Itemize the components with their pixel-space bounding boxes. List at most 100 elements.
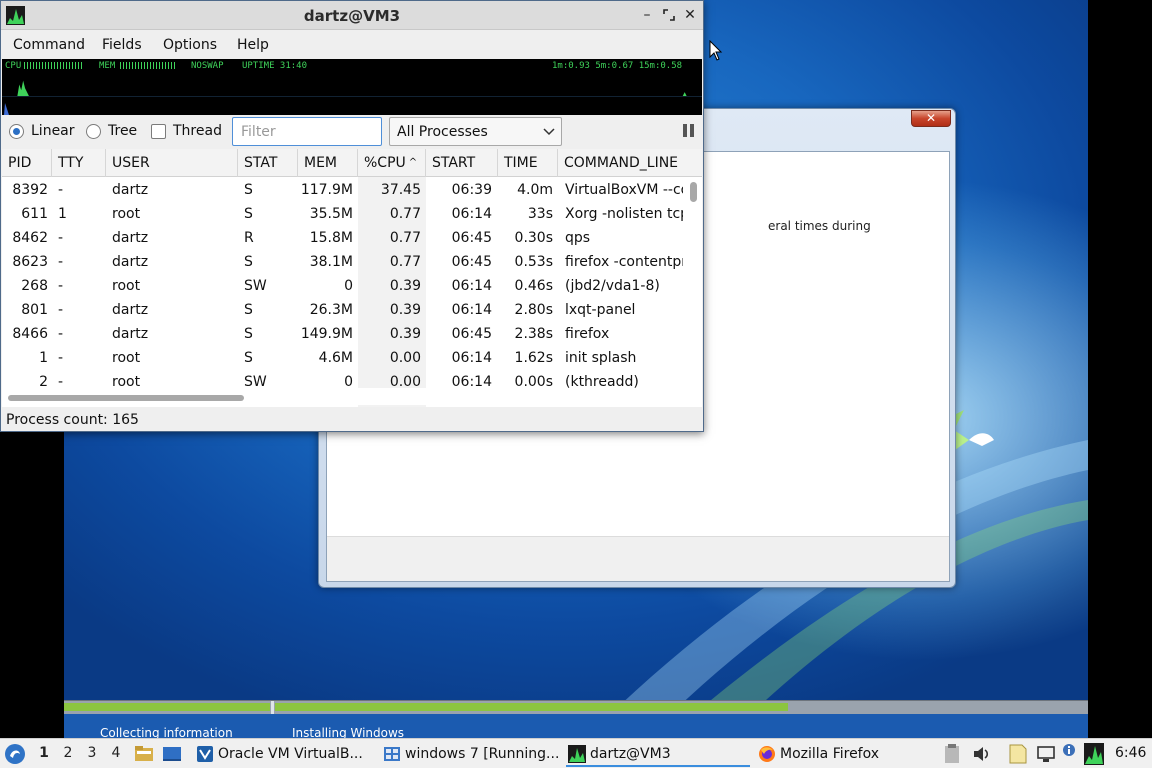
cell-stat: R (244, 230, 254, 246)
col-cpu[interactable]: %CPU ^ (358, 149, 426, 177)
cell-start: 06:45 (451, 326, 492, 342)
horizontal-scroll-thumb[interactable] (8, 395, 244, 401)
process-scope-select[interactable]: All Processes (389, 117, 562, 146)
cell-mem: 4.6M (318, 350, 353, 366)
task-virtualbox[interactable]: Oracle VM VirtualB... (194, 741, 366, 767)
col-user[interactable]: USER (106, 149, 238, 177)
table-row[interactable]: 8392- dartz S 117.9M 37.45 06:39 4.0m VirtualBo… (2, 179, 684, 203)
clipboard-icon[interactable] (944, 744, 960, 764)
cell-command-line: firefox -contentpr (565, 254, 683, 270)
cell-time: 0.46s (514, 278, 553, 294)
table-row[interactable]: 8623- dartz S 38.1M 0.77 06:45 0.53s firefox -c… (2, 251, 684, 275)
col-tty[interactable]: TTY (52, 149, 106, 177)
linear-label[interactable]: Linear (31, 123, 75, 139)
network-icon[interactable] (1036, 744, 1056, 764)
cpu-meter (24, 62, 84, 69)
cell-cpu: 0.77 (389, 230, 421, 246)
file-manager-icon[interactable] (134, 744, 154, 764)
qps-tray-icon[interactable] (1084, 743, 1104, 765)
cell-command-line: lxqt-panel (565, 302, 636, 318)
desktop-3[interactable]: 3 (84, 745, 100, 761)
cell-mem: 35.5M (309, 206, 353, 222)
vm-window-icon (384, 747, 400, 761)
mem-history-graph (4, 103, 9, 115)
task-firefox[interactable]: Mozilla Firefox (756, 741, 936, 767)
thread-checkbox[interactable] (151, 124, 166, 139)
show-desktop-icon[interactable] (162, 744, 182, 764)
table-row[interactable]: 8466- dartz S 149.9M 0.39 06:45 2.38s firefox (2, 323, 684, 347)
process-count: Process count: 165 (6, 412, 139, 428)
minimize-icon[interactable]: – (639, 6, 655, 24)
desktop-1[interactable]: 1 (36, 745, 52, 761)
cell-pid: 268 (21, 278, 48, 294)
cell-mem: 26.3M (309, 302, 353, 318)
menu-help[interactable]: Help (237, 37, 269, 53)
cell-user: dartz (112, 254, 149, 270)
table-row[interactable]: 801- dartz S 26.3M 0.39 06:14 2.80s lxqt-panel (2, 299, 684, 323)
cell-tty: - (58, 230, 64, 246)
setup-close-button[interactable]: ✕ (911, 110, 951, 127)
linear-radio[interactable] (9, 124, 24, 139)
vertical-scroll-thumb[interactable] (690, 182, 697, 202)
cell-start: 06:45 (451, 230, 492, 246)
info-icon[interactable] (1062, 743, 1076, 757)
table-row[interactable]: 8462- dartz R 15.8M 0.77 06:45 0.30s qps (2, 227, 684, 251)
col-start[interactable]: START (426, 149, 498, 177)
tree-label[interactable]: Tree (108, 123, 137, 139)
progress-separator (271, 701, 274, 715)
progress-segment-collect (64, 703, 270, 711)
sort-ascending-icon: ^ (408, 157, 418, 168)
chevron-down-icon (543, 128, 555, 136)
filter-input[interactable] (232, 117, 382, 146)
vertical-scrollbar[interactable] (685, 177, 702, 407)
cell-user: root (112, 206, 141, 222)
menu-fields[interactable]: Fields (102, 37, 142, 53)
col-pid[interactable]: PID (2, 149, 52, 177)
menu-command[interactable]: Command (13, 37, 85, 53)
table-row[interactable]: 1- root S 4.6M 0.00 06:14 1.62s init splash (2, 347, 684, 371)
clock[interactable]: 6:46 (1115, 745, 1146, 761)
mem-graph-label: MEM (99, 61, 116, 71)
table-row[interactable]: 611 1 root S 35.5M 0.77 06:14 33s Xorg -nolisten… (2, 203, 684, 227)
pause-icon[interactable] (682, 124, 696, 138)
cell-stat: S (244, 206, 253, 222)
start-menu-icon[interactable] (4, 743, 26, 765)
load-average-label: 1m:0.93 5m:0.67 15m:0.58 (552, 61, 683, 71)
col-time[interactable]: TIME (498, 149, 558, 177)
install-progress-bar (64, 700, 1088, 715)
title-bar[interactable]: dartz@VM3 – ✕ (1, 1, 703, 30)
cell-command-line: firefox (565, 326, 610, 342)
col-command-line[interactable]: COMMAND_LINE (558, 149, 684, 177)
task-windows7-label: windows 7 [Running... (405, 746, 560, 762)
cell-mem: 117.9M (300, 182, 353, 198)
col-mem[interactable]: MEM (298, 149, 358, 177)
cell-mem: 0 (344, 278, 353, 294)
volume-icon[interactable] (972, 744, 992, 764)
cell-user: dartz (112, 326, 149, 342)
cell-command-line: Xorg -nolisten tcp (565, 206, 683, 222)
horizontal-scrollbar[interactable] (2, 388, 685, 405)
cell-start: 06:39 (451, 182, 492, 198)
task-qps[interactable]: dartz@VM3 (566, 741, 750, 767)
notes-icon[interactable] (1008, 743, 1028, 765)
menu-options[interactable]: Options (163, 37, 217, 53)
col-cpu-label: %CPU (364, 155, 406, 171)
task-windows7-vm[interactable]: windows 7 [Running... (381, 741, 561, 767)
task-qps-label: dartz@VM3 (590, 746, 671, 762)
cell-pid: 611 (21, 206, 48, 222)
status-bar: Process count: 165 (1, 407, 703, 431)
mouse-pointer-icon (709, 40, 723, 61)
desktop-2[interactable]: 2 (60, 745, 76, 761)
cell-time: 33s (527, 206, 553, 222)
cell-tty: - (58, 254, 64, 270)
thread-label[interactable]: Thread (173, 123, 222, 139)
cell-mem: 15.8M (309, 230, 353, 246)
col-stat[interactable]: STAT (238, 149, 298, 177)
table-row[interactable]: 268- root SW 0 0.39 06:14 0.46s (jbd2/vda1-8) (2, 275, 684, 299)
maximize-icon[interactable] (661, 6, 677, 24)
cell-time: 2.38s (514, 326, 553, 342)
close-icon[interactable]: ✕ (682, 6, 698, 24)
cell-stat: S (244, 254, 253, 270)
desktop-4[interactable]: 4 (108, 745, 124, 761)
tree-radio[interactable] (86, 124, 101, 139)
